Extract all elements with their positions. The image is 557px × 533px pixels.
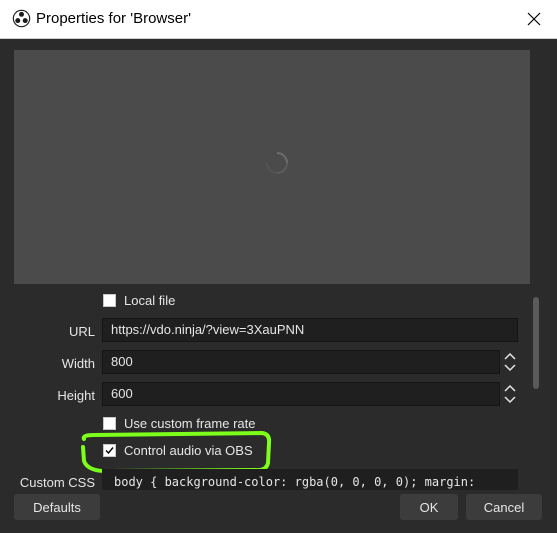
ok-button[interactable]: OK: [400, 494, 458, 520]
width-increment-button[interactable]: [502, 350, 518, 362]
chevron-up-icon: [504, 384, 516, 392]
close-icon: [527, 12, 541, 26]
custom-css-label: Custom CSS: [19, 475, 95, 490]
browser-preview: [14, 50, 530, 284]
window-title: Properties for 'Browser': [36, 10, 191, 27]
properties-scrollbar[interactable]: [530, 295, 542, 490]
chevron-down-icon: [504, 396, 516, 404]
local-file-label: Local file: [124, 293, 176, 308]
width-stepper[interactable]: [502, 350, 518, 374]
url-label: URL: [68, 324, 95, 339]
title-bar: Properties for 'Browser': [0, 0, 557, 39]
height-input[interactable]: 600: [102, 382, 500, 406]
scrollbar-thumb[interactable]: [533, 297, 539, 389]
custom-frame-rate-checkbox[interactable]: [103, 417, 116, 430]
height-stepper[interactable]: [502, 382, 518, 406]
close-button[interactable]: [511, 0, 557, 38]
local-file-checkbox[interactable]: [103, 294, 116, 307]
chevron-up-icon: [504, 352, 516, 360]
width-input[interactable]: 800: [102, 350, 500, 374]
width-decrement-button[interactable]: [502, 362, 518, 374]
obs-logo-icon: [12, 9, 31, 28]
defaults-button[interactable]: Defaults: [14, 494, 100, 520]
height-label: Height: [57, 388, 95, 403]
height-decrement-button[interactable]: [502, 394, 518, 406]
chevron-down-icon: [504, 364, 516, 372]
loading-spinner-icon: [266, 152, 288, 174]
custom-frame-rate-label: Use custom frame rate: [124, 416, 256, 431]
height-increment-button[interactable]: [502, 382, 518, 394]
cancel-button[interactable]: Cancel: [466, 494, 542, 520]
url-input[interactable]: https://vdo.ninja/?view=3XauPNN: [102, 318, 518, 342]
width-label: Width: [61, 356, 95, 371]
